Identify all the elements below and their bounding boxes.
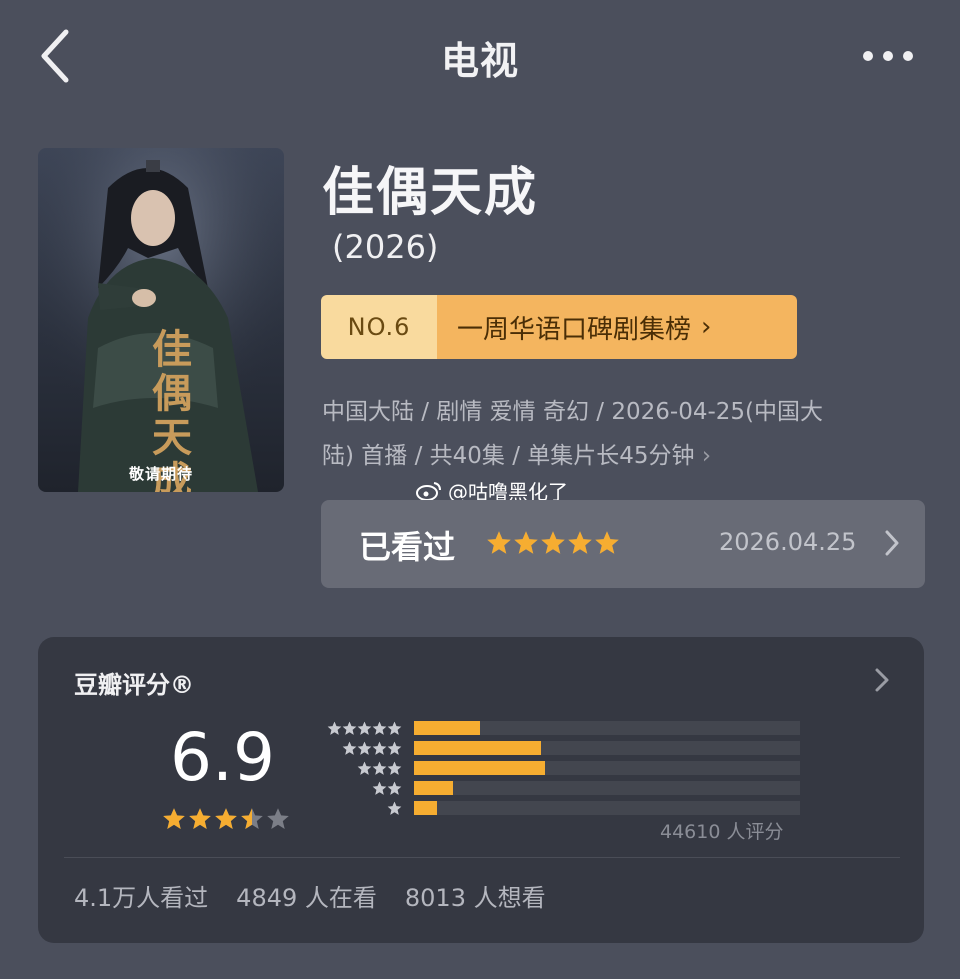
star-icon — [387, 761, 402, 775]
star-icon — [387, 801, 402, 815]
meta-line-1: 中国大陆 / 剧情 爱情 奇幻 / 2026-04-25(中国大 — [322, 399, 824, 425]
rating-stars — [162, 807, 290, 831]
show-meta-info[interactable]: 中国大陆 / 剧情 爱情 奇幻 / 2026-04-25(中国大 陆) 首播 /… — [322, 390, 922, 478]
douban-rating-card: 豆瓣评分® 6.9 44610 人评分 4.1万人看过 4849 人在看 801… — [38, 637, 924, 943]
distribution-star-label — [316, 721, 402, 736]
star-icon — [372, 781, 387, 795]
distribution-star-label — [316, 761, 402, 776]
distribution-bar-fill — [414, 721, 480, 735]
weibo-icon — [416, 481, 441, 501]
rank-list-name: 一周华语口碑剧集榜 › — [437, 295, 797, 359]
distribution-bar-track — [414, 761, 800, 775]
chevron-right-icon: › — [701, 312, 712, 342]
distribution-bar-track — [414, 741, 800, 755]
distribution-bar-fill — [414, 781, 453, 795]
star-icon — [267, 808, 289, 829]
rating-card-title: 豆瓣评分® — [74, 671, 194, 699]
nav-title: 电视 — [440, 39, 519, 83]
star-icon — [372, 721, 387, 735]
star-icon — [163, 808, 185, 829]
meta-line-2: 陆) 首播 / 共40集 / 单集片长45分钟 › — [322, 434, 922, 478]
watched-date: 2026.04.25 — [719, 528, 857, 556]
star-icon — [514, 531, 538, 554]
rating-count: 44610 人评分 — [660, 821, 784, 843]
star-icon — [595, 531, 619, 554]
watched-label: 已看过 — [359, 528, 456, 566]
stat-watched[interactable]: 4.1万人看过 — [74, 878, 208, 913]
star-icon — [357, 761, 372, 775]
distribution-bar-fill — [414, 761, 546, 775]
rank-badge[interactable]: NO.6 一周华语口碑剧集榜 › — [321, 295, 797, 359]
star-icon — [189, 808, 211, 829]
star-icon — [372, 741, 387, 755]
distribution-star-label — [316, 801, 402, 816]
more-horizontal-icon[interactable] — [858, 40, 918, 72]
divider — [64, 857, 900, 858]
distribution-row-4-star — [316, 741, 800, 755]
distribution-row-2-star — [316, 781, 800, 795]
distribution-bar-fill — [414, 741, 542, 755]
rank-list-label: 一周华语口碑剧集榜 — [457, 314, 692, 345]
distribution-bar-track — [414, 781, 800, 795]
meta-line-2-text: 陆) 首播 / 共40集 / 单集片长45分钟 — [322, 443, 695, 469]
poster-image[interactable]: 佳偶天成 敬请期待 — [38, 148, 284, 492]
show-year: (2026) — [332, 228, 439, 266]
distribution-row-1-star — [316, 801, 800, 815]
star-icon — [387, 781, 402, 795]
star-icon — [342, 741, 357, 755]
star-icon — [568, 531, 592, 554]
chevron-right-icon — [885, 530, 899, 556]
distribution-bar-track — [414, 721, 800, 735]
star-icon — [387, 741, 402, 755]
stat-watching[interactable]: 4849 人在看 — [236, 878, 377, 913]
distribution-bar-track — [414, 801, 800, 815]
rating-score: 6.9 — [170, 719, 275, 796]
rating-stats: 4.1万人看过 4849 人在看 8013 人想看 — [74, 878, 546, 913]
star-icon — [487, 531, 511, 554]
star-icon — [387, 721, 402, 735]
star-icon — [215, 808, 237, 829]
distribution-star-label — [316, 741, 402, 756]
my-rating-stars — [486, 530, 620, 556]
star-icon — [342, 721, 357, 735]
distribution-row-3-star — [316, 761, 800, 775]
rank-number: NO.6 — [321, 295, 437, 359]
distribution-row-5-star — [316, 721, 800, 735]
poster-caption: 敬请期待 — [128, 465, 193, 483]
show-title: 佳偶天成 — [322, 163, 539, 223]
chevron-right-icon[interactable] — [874, 667, 890, 693]
distribution-bar-fill — [414, 801, 438, 815]
star-icon — [541, 531, 565, 554]
stat-want[interactable]: 8013 人想看 — [405, 878, 546, 913]
star-icon — [327, 721, 342, 735]
watched-row[interactable]: 已看过 2026.04.25 — [321, 500, 925, 588]
distribution-star-label — [316, 781, 402, 796]
star-icon — [372, 761, 387, 775]
chevron-right-icon: › — [701, 443, 712, 469]
star-icon — [357, 741, 372, 755]
star-icon — [241, 808, 263, 829]
star-icon — [357, 721, 372, 735]
